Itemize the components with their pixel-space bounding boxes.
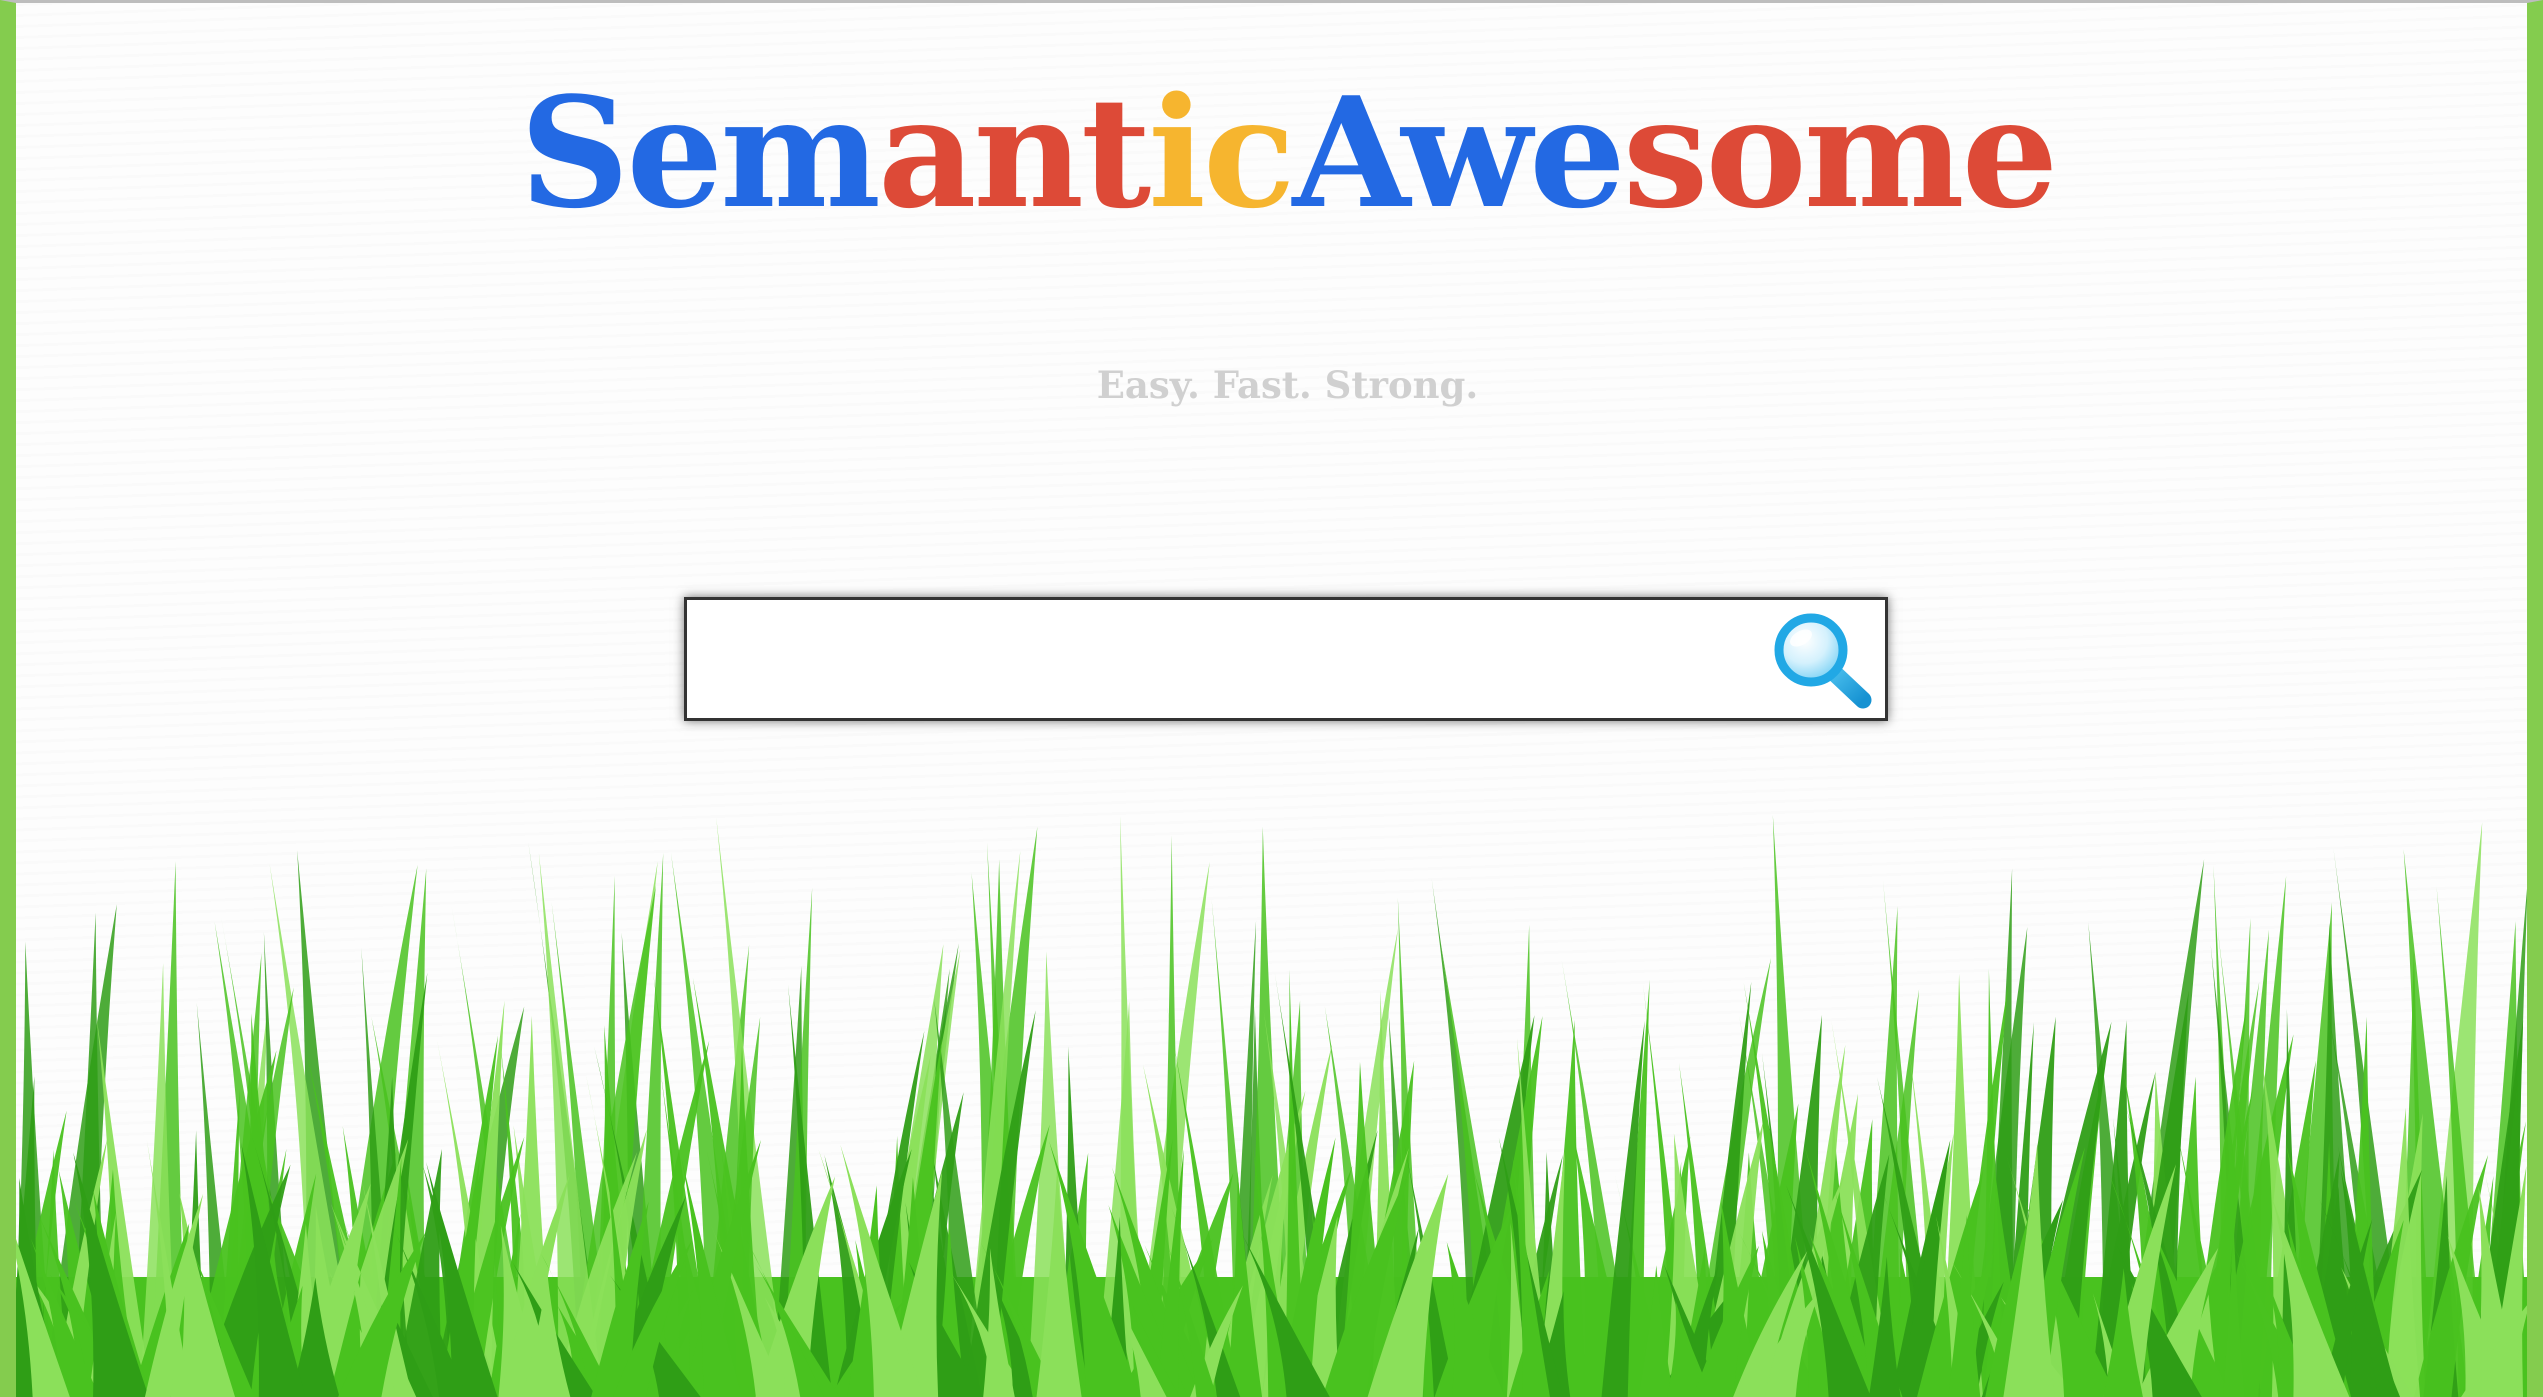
search-button[interactable] xyxy=(1765,606,1877,714)
logo-part-ic: ic xyxy=(1148,63,1295,242)
logo-part-ant: ant xyxy=(877,63,1151,242)
logo-part-some: some xyxy=(1622,63,2058,242)
magnifier-icon xyxy=(1774,613,1872,709)
tagline: Easy. Fast. Strong. xyxy=(1096,363,1479,407)
grass-illustration xyxy=(16,815,2527,1397)
logo-part-sem: Sem xyxy=(519,63,881,242)
logo-part-awe: Awe xyxy=(1292,63,1626,242)
site-logo: SemanticAwesome xyxy=(16,58,2543,248)
search-input[interactable] xyxy=(701,614,1745,706)
search-box xyxy=(684,597,1888,721)
